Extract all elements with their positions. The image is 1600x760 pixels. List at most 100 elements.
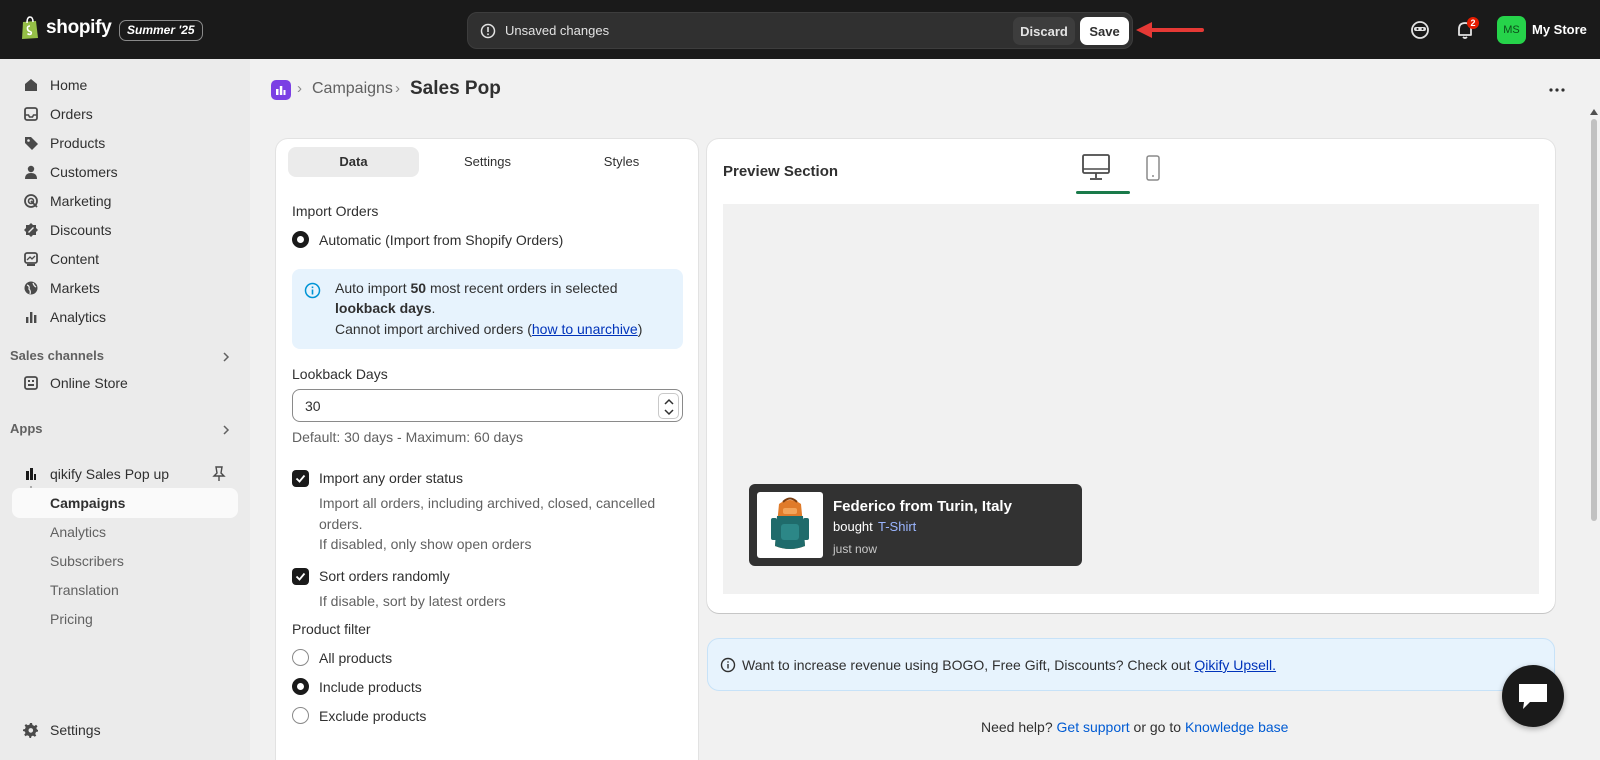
page-title: Sales Pop bbox=[410, 78, 501, 99]
import-any-status-checkbox[interactable] bbox=[292, 470, 309, 487]
product-filter-include-radio[interactable] bbox=[292, 678, 309, 695]
sidebar-item-discounts[interactable]: Discounts bbox=[12, 215, 238, 245]
import-any-status-desc: orders. bbox=[319, 516, 363, 532]
popup-product-link[interactable]: T-Shirt bbox=[878, 519, 916, 534]
store-name[interactable]: My Store bbox=[1532, 22, 1587, 37]
lookback-days-input[interactable] bbox=[292, 389, 683, 422]
desktop-icon[interactable] bbox=[1077, 153, 1115, 183]
avatar[interactable]: MS bbox=[1497, 16, 1526, 44]
preview-title: Preview Section bbox=[723, 163, 839, 180]
popup-action-text: bought bbox=[833, 519, 873, 534]
info-text: Auto import bbox=[335, 280, 411, 296]
product-filter-all-radio[interactable] bbox=[292, 649, 309, 666]
unsaved-changes-text: Unsaved changes bbox=[505, 23, 610, 38]
app-breadcrumb-icon[interactable] bbox=[271, 80, 291, 100]
sidebar-item-subscribers[interactable]: Subscribers bbox=[12, 546, 238, 576]
how-to-unarchive-link[interactable]: how to unarchive bbox=[532, 321, 638, 337]
sidebar-item-label: Markets bbox=[50, 280, 100, 296]
qikify-upsell-link[interactable]: Qikify Upsell. bbox=[1194, 657, 1276, 673]
info-icon bbox=[304, 282, 321, 299]
app-icon bbox=[276, 86, 286, 95]
sort-randomly-label[interactable]: Sort orders randomly bbox=[319, 568, 450, 584]
product-filter-include-label[interactable]: Include products bbox=[319, 679, 422, 695]
breadcrumb-link[interactable]: Campaigns bbox=[312, 80, 393, 98]
store-icon bbox=[24, 376, 38, 390]
bar-chart-icon bbox=[26, 312, 37, 323]
chevron-right-icon[interactable] bbox=[220, 424, 232, 436]
info-text: Cannot import archived orders ( bbox=[335, 321, 532, 337]
sidebar-item-label: Pricing bbox=[50, 611, 93, 627]
import-orders-label: Import Orders bbox=[292, 203, 379, 219]
scrollbar-thumb[interactable] bbox=[1591, 119, 1597, 521]
globe-icon bbox=[24, 281, 38, 295]
sidekick-icon[interactable] bbox=[1409, 19, 1431, 41]
sidebar-item-label: Subscribers bbox=[50, 553, 124, 569]
home-icon bbox=[25, 79, 37, 91]
sidebar-item-products[interactable]: Products bbox=[12, 128, 238, 158]
sidebar-item-analytics[interactable]: Analytics bbox=[12, 302, 238, 332]
chevron-right-icon[interactable] bbox=[220, 351, 232, 363]
person-icon bbox=[25, 165, 37, 179]
sidebar-item-orders[interactable]: Orders bbox=[12, 99, 238, 129]
info-line-1: Auto import 50 most recent orders in sel… bbox=[335, 280, 617, 296]
sidebar-item-label: Translation bbox=[50, 582, 119, 598]
sidebar-item-label: Campaigns bbox=[50, 495, 126, 511]
chat-button[interactable] bbox=[1502, 665, 1564, 727]
backpack-image bbox=[771, 497, 809, 549]
sort-randomly-desc: If disable, sort by latest orders bbox=[319, 593, 506, 609]
more-horizontal-icon[interactable] bbox=[1548, 81, 1566, 99]
tab-data[interactable]: Data bbox=[288, 147, 419, 177]
save-button[interactable]: Save bbox=[1080, 17, 1129, 45]
footer-text: or go to bbox=[1129, 719, 1185, 735]
chevron-down-icon[interactable] bbox=[663, 407, 675, 417]
sidebar-item-campaigns[interactable]: Campaigns bbox=[12, 488, 238, 518]
sidebar-item-label: Marketing bbox=[50, 193, 112, 209]
info-line-2: lookback days. bbox=[335, 300, 435, 316]
tab-settings[interactable]: Settings bbox=[422, 147, 553, 177]
product-filter-exclude-label[interactable]: Exclude products bbox=[319, 708, 426, 724]
sales-channels-title[interactable]: Sales channels bbox=[10, 348, 104, 363]
sidebar-item-label: qikify Sales Pop up bbox=[50, 466, 170, 482]
lookback-days-label: Lookback Days bbox=[292, 366, 388, 382]
shopify-logo[interactable]: shopify bbox=[20, 16, 112, 40]
sidebar-item-settings[interactable]: Settings bbox=[12, 715, 238, 745]
sort-randomly-checkbox[interactable] bbox=[292, 568, 309, 585]
banner-message: Want to increase revenue using BOGO, Fre… bbox=[742, 657, 1195, 673]
product-filter-exclude-radio[interactable] bbox=[292, 707, 309, 724]
sidebar-item-label: Home bbox=[50, 77, 88, 93]
sidebar-item-translation[interactable]: Translation bbox=[12, 575, 238, 605]
discard-button[interactable]: Discard bbox=[1013, 17, 1075, 45]
sidebar-item-pricing[interactable]: Pricing bbox=[12, 604, 238, 634]
scroll-up-arrow-icon[interactable] bbox=[1590, 109, 1598, 115]
alert-circle-icon bbox=[480, 23, 496, 39]
mobile-icon[interactable] bbox=[1144, 154, 1162, 184]
tab-styles[interactable]: Styles bbox=[556, 147, 687, 177]
sidebar-item-customers[interactable]: Customers bbox=[12, 157, 238, 187]
sidebar-item-online-store[interactable]: Online Store bbox=[12, 368, 238, 398]
info-banner: Auto import 50 most recent orders in sel… bbox=[292, 269, 683, 349]
edition-badge[interactable]: Summer '25 bbox=[119, 20, 203, 41]
sidebar-item-qikify-app[interactable]: qikify Sales Pop up bbox=[12, 459, 238, 489]
sidebar-item-home[interactable]: Home bbox=[12, 70, 238, 100]
device-tab-underline bbox=[1076, 191, 1130, 194]
sidebar-item-app-analytics[interactable]: Analytics bbox=[12, 517, 238, 547]
sidebar-item-label: Products bbox=[50, 135, 106, 151]
sidebar-item-marketing[interactable]: Marketing bbox=[12, 186, 238, 216]
import-any-status-desc: If disabled, only show open orders bbox=[319, 536, 532, 552]
get-support-link[interactable]: Get support bbox=[1057, 719, 1130, 735]
import-automatic-radio[interactable] bbox=[292, 231, 309, 248]
discount-icon bbox=[24, 223, 38, 237]
chevron-up-icon[interactable] bbox=[663, 397, 675, 407]
product-filter-all-label[interactable]: All products bbox=[319, 650, 392, 666]
pin-icon[interactable] bbox=[212, 466, 226, 482]
red-arrow-annotation bbox=[1136, 22, 1204, 38]
sidebar-item-content[interactable]: Content bbox=[12, 244, 238, 274]
lookback-days-stepper[interactable] bbox=[658, 393, 679, 419]
sales-popup-preview[interactable]: Federico from Turin, Italy bought T-Shir… bbox=[749, 484, 1082, 566]
import-automatic-label[interactable]: Automatic (Import from Shopify Orders) bbox=[319, 232, 563, 248]
data-settings-card: Data Settings Styles Import Orders Autom… bbox=[276, 139, 698, 760]
apps-title[interactable]: Apps bbox=[10, 421, 43, 436]
knowledge-base-link[interactable]: Knowledge base bbox=[1185, 719, 1289, 735]
import-any-status-label[interactable]: Import any order status bbox=[319, 470, 463, 486]
sidebar-item-markets[interactable]: Markets bbox=[12, 273, 238, 303]
